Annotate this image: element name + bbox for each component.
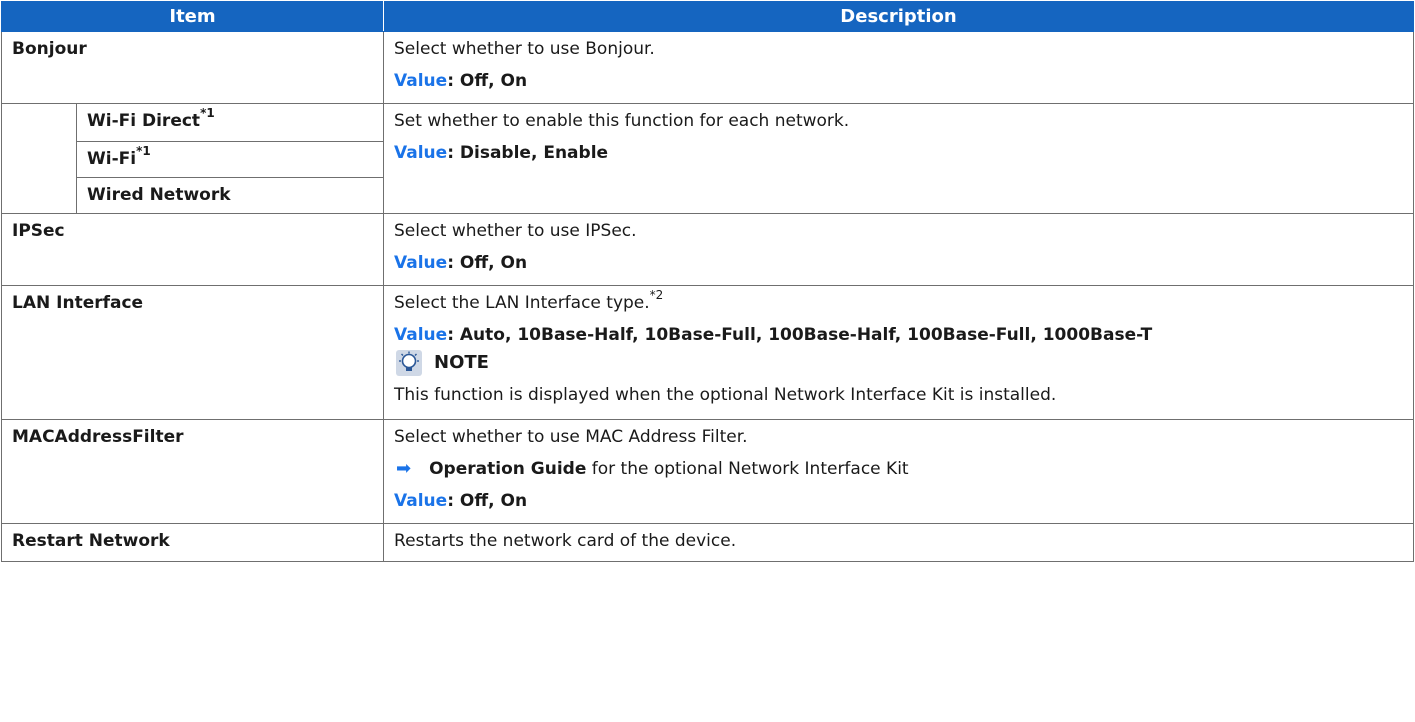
value-label: Value: [394, 491, 448, 511]
reference-link[interactable]: ➡ Operation Guide for the optional Networ…: [394, 457, 1403, 481]
row-desc-lan-interface: Select the LAN Interface type.*2 Value: …: [383, 285, 1415, 420]
value-line: Value: Off, On: [394, 489, 1403, 513]
desc-text: Restarts the network card of the device.: [394, 531, 737, 551]
desc-text: Select the LAN Interface type.*2: [394, 288, 664, 313]
table-row: LAN Interface Select the LAN Interface t…: [0, 285, 1415, 420]
row-desc-restart-network: Restarts the network card of the device.: [383, 523, 1415, 562]
table-row: MACAddressFilter Select whether to use M…: [0, 419, 1415, 524]
note-heading: NOTE: [394, 349, 1403, 377]
row-item-lan-interface: LAN Interface: [0, 285, 385, 420]
row-item-ipsec: IPSec: [0, 213, 385, 286]
note-text: This function is displayed when the opti…: [394, 385, 1057, 405]
desc-text: Select whether to use IPSec.: [394, 221, 637, 241]
row-item-wifi: Wi-Fi*1: [75, 141, 385, 178]
value-line: Value: Off, On: [394, 251, 1403, 275]
table-row: IPSec Select whether to use IPSec. Value…: [0, 213, 1415, 286]
table-row: Bonjour Select whether to use Bonjour. V…: [0, 31, 1415, 104]
row-item-bonjour: Bonjour: [0, 31, 385, 104]
row-item-wired-network: Wired Network: [75, 177, 385, 214]
row-item-wifi-direct: Wi-Fi Direct*1: [75, 103, 385, 142]
value-label: Value: [394, 325, 448, 345]
row-item-mac-address-filter: MACAddressFilter: [0, 419, 385, 524]
value-text: : Off, On: [447, 71, 528, 91]
value-text: : Auto, 10Base-Half, 10Base-Full, 100Bas…: [447, 325, 1153, 345]
value-line: Value: Off, On: [394, 69, 1403, 93]
value-line: Value: Auto, 10Base-Half, 10Base-Full, 1…: [394, 323, 1403, 347]
value-text: : Disable, Enable: [447, 143, 609, 163]
value-text: : Off, On: [447, 491, 528, 511]
value-label: Value: [394, 253, 448, 273]
row-desc-mac-address-filter: Select whether to use MAC Address Filter…: [383, 419, 1415, 524]
value-label: Value: [394, 71, 448, 91]
settings-table: Item Description Bonjour Select whether …: [0, 1, 1415, 562]
reference-bold[interactable]: Operation Guide: [429, 459, 586, 479]
header-item: Item: [0, 1, 385, 32]
row-desc-bonjour: Select whether to use Bonjour. Value: Of…: [383, 31, 1415, 104]
row-item-restart-network: Restart Network: [0, 523, 385, 562]
table-header-row: Item Description: [0, 1, 1415, 32]
row-desc-ipsec: Select whether to use IPSec. Value: Off,…: [383, 213, 1415, 286]
header-description: Description: [383, 1, 1415, 32]
arrow-right-icon: ➡: [396, 458, 412, 479]
desc-text: Select whether to use Bonjour.: [394, 39, 655, 59]
table-row: Wi-Fi Direct*1 Set whether to enable thi…: [1, 103, 1415, 214]
indent-spacer: [1, 103, 77, 214]
value-text: : Off, On: [447, 253, 528, 273]
desc-text: Select whether to use MAC Address Filter…: [394, 427, 748, 447]
reference-text: for the optional Network Interface Kit: [586, 459, 909, 479]
lightbulb-note-icon: [396, 350, 423, 376]
row-desc-networks: Set whether to enable this function for …: [383, 103, 1415, 214]
desc-text: Set whether to enable this function for …: [394, 111, 850, 131]
table-row: Restart Network Restarts the network car…: [0, 523, 1415, 562]
value-line: Value: Disable, Enable: [394, 141, 1403, 165]
value-label: Value: [394, 143, 448, 163]
note-label: NOTE: [434, 352, 489, 373]
